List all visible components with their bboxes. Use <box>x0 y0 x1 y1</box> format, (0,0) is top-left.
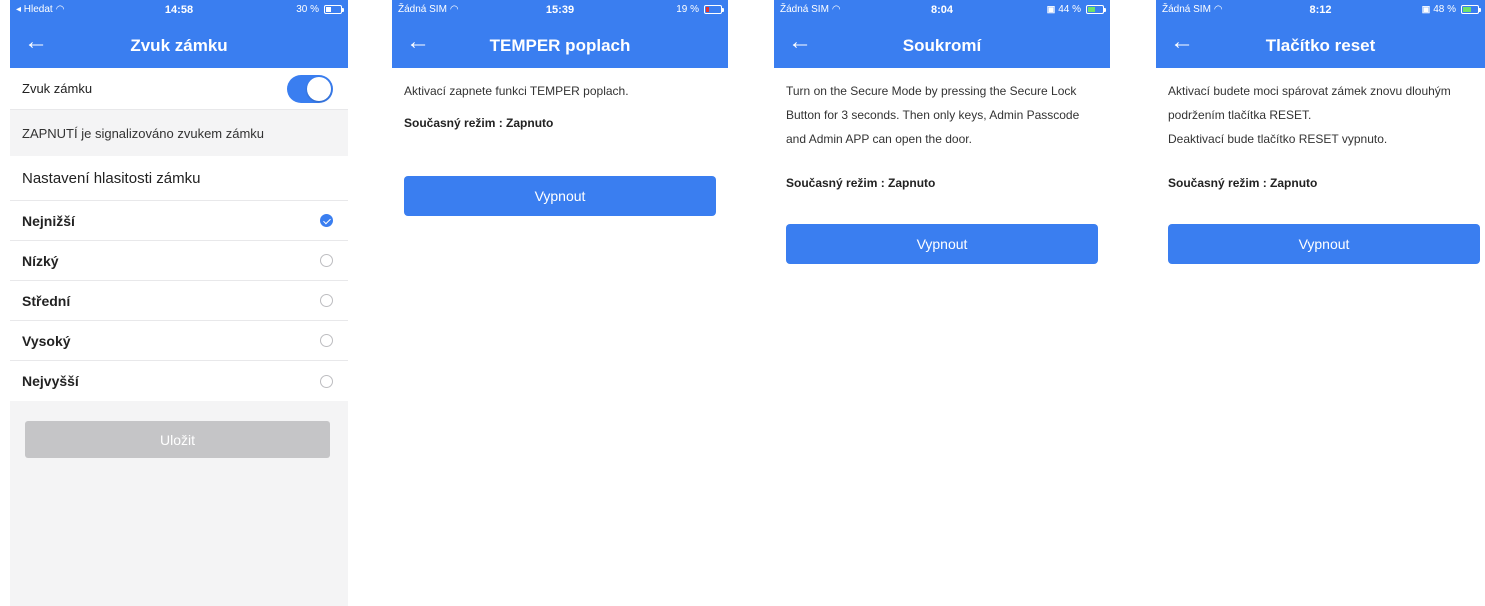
radio-icon[interactable] <box>320 254 333 267</box>
radio-icon[interactable] <box>320 334 333 347</box>
description-text: Aktivací zapnete funkci TEMPER poplach. <box>404 84 629 98</box>
option-label: Vysoký <box>22 332 71 349</box>
screen-tamper-alarm: Žádná SIM ◠ 15:39 19 % ← TEMPER poplach … <box>392 0 728 606</box>
description-text: Turn on the Secure Mode by pressing the … <box>786 84 1080 146</box>
volume-option-medium[interactable]: Střední <box>10 281 348 321</box>
page-title: Soukromí <box>902 36 982 55</box>
save-button[interactable]: Uložit <box>25 421 330 458</box>
battery-charging-icon <box>1461 5 1481 14</box>
volume-option-highest[interactable]: Nejvyšší <box>10 361 348 401</box>
description-line: Aktivací budete moci spárovat zámek znov… <box>1168 84 1451 122</box>
turn-off-button[interactable]: Vypnout <box>1168 224 1480 264</box>
battery-icon <box>324 5 344 14</box>
status-bar: Žádná SIM ◠ 15:39 19 % <box>392 0 728 22</box>
battery-percent: 44 % <box>1058 4 1081 15</box>
toggle-note: ZAPNUTÍ je signalizováno zvukem zámku <box>10 110 348 156</box>
description-text: Aktivací budete moci spárovat zámek znov… <box>1156 68 1485 151</box>
current-mode-text: Současný režim : Zapnuto <box>786 176 936 190</box>
battery-charging-icon <box>1086 5 1106 14</box>
volume-section-title: Nastavení hlasitosti zámku <box>10 156 348 201</box>
volume-option-low[interactable]: Nízký <box>10 241 348 281</box>
lock-sound-row: Zvuk zámku <box>10 68 348 110</box>
volume-option-high[interactable]: Vysoký <box>10 321 348 361</box>
screen-reset-button: Žádná SIM ◠ 8:12 ▣ 48 % ← Tlačítko reset… <box>1156 0 1485 606</box>
option-label: Nízký <box>22 252 59 269</box>
page-title: Tlačítko reset <box>1265 36 1376 55</box>
turn-off-button[interactable]: Vypnout <box>404 176 716 216</box>
rotation-lock-icon: ▣ <box>1046 4 1056 14</box>
status-bar: ◂ Hledat ◠ 14:58 30 % <box>10 0 348 22</box>
battery-percent: 48 % <box>1433 4 1456 15</box>
battery-icon <box>704 5 724 14</box>
volume-option-lowest[interactable]: Nejnižší <box>10 201 348 241</box>
screen-lock-sound: ◂ Hledat ◠ 14:58 30 % ← Zvuk zámku Zvuk … <box>10 0 348 606</box>
lock-sound-label: Zvuk zámku <box>22 81 93 96</box>
checked-radio-icon[interactable] <box>320 214 333 227</box>
option-label: Střední <box>22 292 71 309</box>
current-mode-text: Současný režim : Zapnuto <box>1168 176 1318 190</box>
lock-sound-toggle[interactable] <box>287 74 333 103</box>
option-label: Nejvyšší <box>22 373 79 389</box>
radio-icon[interactable] <box>320 294 333 307</box>
status-bar: Žádná SIM ◠ 8:04 ▣ 44 % <box>774 0 1110 22</box>
description-line: Deaktivací bude tlačítko RESET vypnuto. <box>1168 132 1388 146</box>
screen-privacy: Žádná SIM ◠ 8:04 ▣ 44 % ← Soukromí Turn … <box>774 0 1110 606</box>
current-mode-text: Současný režim : Zapnuto <box>404 116 554 130</box>
option-label: Nejnižší <box>22 212 75 229</box>
status-bar: Žádná SIM ◠ 8:12 ▣ 48 % <box>1156 0 1485 22</box>
battery-percent: 30 % <box>296 4 319 15</box>
header: Žádná SIM ◠ 15:39 19 % ← TEMPER poplach <box>392 0 728 68</box>
battery-percent: 19 % <box>676 4 699 15</box>
turn-off-button[interactable]: Vypnout <box>786 224 1098 264</box>
header: ◂ Hledat ◠ 14:58 30 % ← Zvuk zámku <box>10 0 348 68</box>
radio-icon[interactable] <box>320 374 333 388</box>
page-title: Zvuk zámku <box>130 36 228 55</box>
rotation-lock-icon: ▣ <box>1421 4 1431 14</box>
header: Žádná SIM ◠ 8:04 ▣ 44 % ← Soukromí <box>774 0 1110 68</box>
header: Žádná SIM ◠ 8:12 ▣ 48 % ← Tlačítko reset <box>1156 0 1485 68</box>
page-title: TEMPER poplach <box>489 36 631 55</box>
